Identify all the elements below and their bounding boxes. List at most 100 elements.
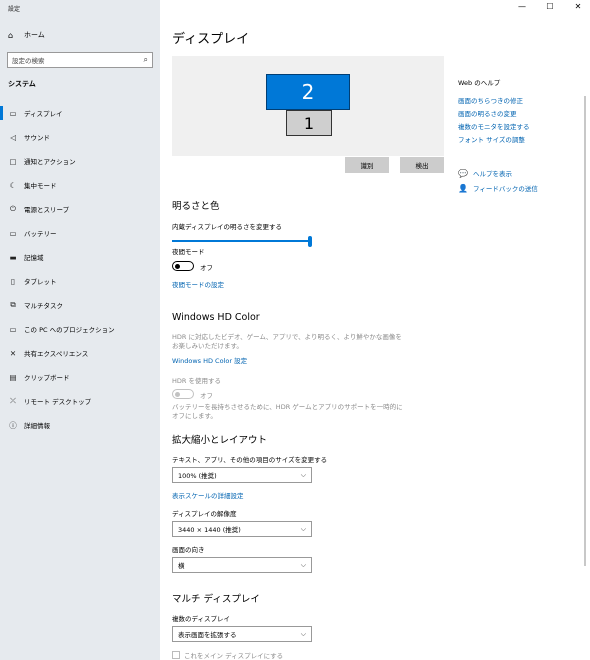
help-link-brightness[interactable]: 画面の明るさの変更: [458, 108, 517, 118]
multiple-displays-value: 表示画面を拡張する: [178, 631, 237, 639]
sidebar-item-shared[interactable]: ✕ 共有エクスペリエンス: [0, 341, 160, 365]
resolution-value: 3440 × 1440 (推奨): [178, 526, 241, 534]
brightness-slider[interactable]: [172, 236, 312, 247]
sidebar-item-label: サウンド: [24, 134, 50, 142]
sidebar-item-tablet[interactable]: ▯ タブレット: [0, 269, 160, 293]
scale-heading: 拡大縮小とレイアウト: [172, 435, 268, 446]
projection-icon: ▭: [9, 324, 17, 334]
night-mode-toggle[interactable]: [172, 261, 194, 271]
sidebar-item-storage[interactable]: ▬ 記憶域: [0, 245, 160, 269]
sidebar-item-label: この PC へのプロジェクション: [24, 326, 115, 334]
storage-icon: ▬: [9, 252, 17, 262]
feedback-link[interactable]: 👤 フィードバックの送信: [458, 183, 538, 194]
use-hdr-toggle[interactable]: [172, 389, 194, 399]
sidebar-item-multitask[interactable]: ⧉ マルチタスク: [0, 293, 160, 317]
sidebar-item-label: 通知とアクション: [24, 158, 76, 166]
search-icon[interactable]: ⌕: [144, 55, 148, 65]
sidebar-item-label: 共有エクスペリエンス: [24, 350, 89, 358]
sidebar-item-battery[interactable]: ▭ バッテリー: [0, 221, 160, 245]
get-help-link[interactable]: 💬 ヘルプを表示: [458, 168, 512, 179]
night-mode-settings-link[interactable]: 夜間モードの設定: [172, 279, 224, 289]
sound-icon: ◁: [10, 132, 16, 142]
sidebar-item-label: バッテリー: [24, 230, 57, 238]
orientation-dropdown[interactable]: 横 ⌵: [172, 557, 312, 573]
use-hdr-state: オフ: [200, 392, 213, 400]
home-label: ホーム: [24, 31, 45, 39]
sidebar-item-label: 集中モード: [24, 182, 57, 190]
sidebar-item-label: マルチタスク: [24, 302, 63, 310]
home-icon: ⌂: [8, 30, 14, 40]
orientation-label: 画面の向き: [172, 546, 205, 554]
help-link-flicker[interactable]: 画面のちらつきの修正: [458, 95, 523, 105]
help-link-multi-monitor[interactable]: 複数のモニタを設定する: [458, 121, 530, 131]
make-main-display-label: これをメイン ディスプレイにする: [184, 652, 284, 660]
sidebar-item-notifications[interactable]: ▢ 通知とアクション: [0, 149, 160, 173]
sidebar-item-power[interactable]: ⏻ 電源とスリープ: [0, 197, 160, 221]
sidebar-item-info[interactable]: ⓘ 詳細情報: [0, 413, 160, 437]
sidebar-item-label: リモート デスクトップ: [24, 398, 92, 406]
maximize-button[interactable]: ☐: [544, 2, 556, 11]
sidebar-item-label: クリップボード: [24, 374, 70, 382]
checkbox-box[interactable]: [172, 651, 180, 659]
resolution-label: ディスプレイの解像度: [172, 510, 237, 518]
clipboard-icon: ▤: [9, 372, 17, 382]
sidebar-item-label: 詳細情報: [24, 422, 50, 430]
detect-button[interactable]: 検出: [400, 157, 444, 173]
monitor-1[interactable]: 1: [286, 110, 332, 136]
scrollbar[interactable]: [584, 96, 586, 566]
hdr-description: HDR に対応したビデオ、ゲーム、アプリで、より明るく、より鮮やかな画像をお楽し…: [172, 333, 402, 350]
sidebar-item-label: 電源とスリープ: [24, 206, 70, 214]
page-title: ディスプレイ: [172, 32, 250, 47]
identify-button[interactable]: 識別: [345, 157, 389, 173]
battery-icon: ▭: [9, 228, 17, 238]
advanced-scale-link[interactable]: 表示スケールの詳細設定: [172, 490, 244, 500]
brightness-slider-label: 内蔵ディスプレイの明るさを変更する: [172, 223, 283, 231]
sidebar-item-focus[interactable]: ☾ 集中モード: [0, 173, 160, 197]
multiple-displays-label: 複数のディスプレイ: [172, 615, 231, 623]
resolution-dropdown[interactable]: 3440 × 1440 (推奨) ⌵: [172, 521, 312, 537]
chevron-down-icon: ⌵: [300, 629, 306, 638]
sidebar-item-label: タブレット: [24, 278, 57, 286]
help-icon: 💬: [458, 168, 468, 178]
feedback-label: フィードバックの送信: [473, 185, 538, 193]
remote-icon: ⤫: [10, 396, 16, 405]
search-input[interactable]: 設定の検索 ⌕: [7, 52, 153, 68]
sidebar-section-heading: システム: [8, 80, 36, 88]
sidebar-item-label: 記憶域: [24, 254, 44, 262]
info-icon: ⓘ: [9, 420, 17, 430]
get-help-label: ヘルプを表示: [473, 170, 512, 178]
multiple-displays-dropdown[interactable]: 表示画面を拡張する ⌵: [172, 626, 312, 642]
sidebar-home[interactable]: ⌂ ホーム: [8, 30, 45, 40]
sidebar-item-clipboard[interactable]: ▤ クリップボード: [0, 365, 160, 389]
minimize-button[interactable]: —: [516, 2, 528, 11]
notification-icon: ▢: [9, 156, 17, 166]
chevron-down-icon: ⌵: [300, 524, 306, 533]
sidebar: 設定 ⌂ ホーム 設定の検索 ⌕ システム ▭ ディスプレイ ◁ サウンド ▢ …: [0, 0, 160, 660]
tablet-icon: ▯: [10, 276, 16, 286]
sidebar-item-sound[interactable]: ◁ サウンド: [0, 125, 160, 149]
slider-thumb[interactable]: [308, 236, 312, 247]
window-title: 設定: [8, 6, 21, 13]
hdr-settings-link[interactable]: Windows HD Color 設定: [172, 355, 247, 365]
close-button[interactable]: ✕: [572, 2, 584, 11]
help-link-font-size[interactable]: フォント サイズの調整: [458, 134, 525, 144]
sidebar-item-projection[interactable]: ▭ この PC へのプロジェクション: [0, 317, 160, 341]
make-main-display-checkbox[interactable]: これをメイン ディスプレイにする: [172, 650, 283, 660]
size-label: テキスト、アプリ、その他の項目のサイズを変更する: [172, 456, 328, 464]
search-placeholder: 設定の検索: [12, 57, 45, 65]
sidebar-nav: ▭ ディスプレイ ◁ サウンド ▢ 通知とアクション ☾ 集中モード ⏻ 電源と…: [0, 101, 160, 437]
night-mode-state: オフ: [200, 264, 213, 272]
monitor-2[interactable]: 2: [266, 74, 350, 110]
size-dropdown[interactable]: 100% (推奨) ⌵: [172, 467, 312, 483]
power-icon: ⏻: [10, 204, 16, 213]
window-controls: — ☐ ✕: [516, 2, 584, 11]
help-title: Web のヘルプ: [458, 79, 501, 87]
hdr-battery-note: バッテリーを長持ちさせるために、HDR ゲームとアプリのサポートを一時的にオフに…: [172, 403, 403, 420]
chevron-down-icon: ⌵: [300, 470, 306, 479]
display-icon: ▭: [9, 108, 17, 118]
sidebar-item-display[interactable]: ▭ ディスプレイ: [0, 101, 160, 125]
multi-display-heading: マルチ ディスプレイ: [172, 594, 260, 605]
sidebar-item-remote[interactable]: ⤫ リモート デスクトップ: [0, 389, 160, 413]
brightness-heading: 明るさと色: [172, 201, 220, 212]
sidebar-item-label: ディスプレイ: [24, 110, 63, 118]
